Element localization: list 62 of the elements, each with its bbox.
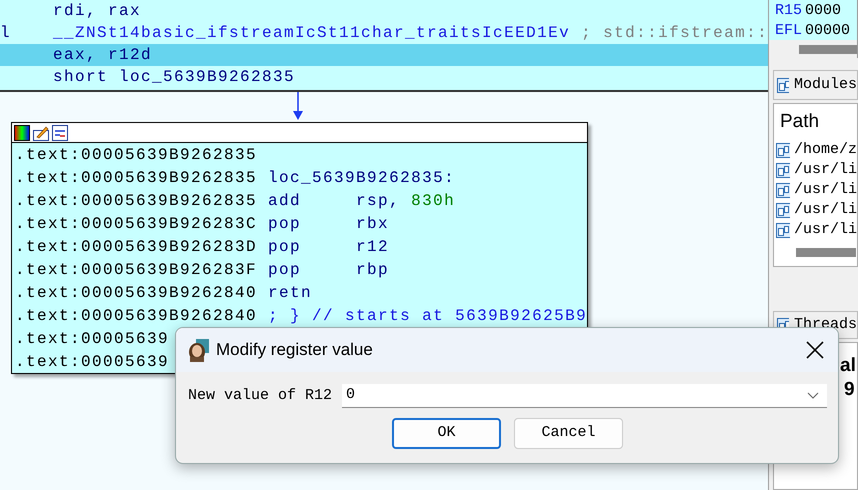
column-header[interactable]: al [840,354,857,378]
tab-title: Modules [794,74,857,95]
register-name: R15 [775,1,802,20]
module-icon [776,182,790,198]
code-address: .text:00005639 [15,352,170,372]
palette-icon[interactable] [14,124,30,140]
list-item[interactable]: /usr/li [774,180,857,200]
module-icon [776,162,790,178]
dialog-button[interactable]: OK [392,418,501,449]
module-icon [776,142,790,158]
code-mnemonic: pop [268,214,302,234]
value-field[interactable]: 0 [342,384,827,408]
code-address: .text:00005639B926283C [15,214,258,234]
code-number: 830h [411,190,456,212]
code-operand: r12 [356,236,390,258]
register-name: EFL [775,21,802,40]
close-icon [806,341,824,359]
list-item[interactable]: /usr/li [774,200,857,220]
flow-arrow [293,92,303,120]
list-item[interactable]: /usr/li [774,220,857,240]
code-mnemonic: retn [268,282,314,304]
code-comment: ; std::ifstream:: [581,23,768,44]
code-address: .text:00005639B926283F [15,260,258,280]
code-address: .text:00005639B9262835 [15,168,258,188]
code-address: .text:00005639B9262840 [15,282,258,304]
field-label: New value of R12 [188,386,334,406]
module-icon [777,78,789,92]
list-item[interactable]: /home/z [774,140,857,160]
code-address: .text:00005639B926283D [15,236,258,258]
code-address: .text:00005639B9262835 [15,190,258,212]
code-address: .text:00005639B9262840 [15,306,258,326]
chevron-down-icon [807,392,819,400]
code-label: loc_5639B9262835: [268,168,456,188]
code-operand: __ZNSt14basic_ifstreamIcSt11char_traitsIcEED1Ev [53,23,570,44]
code-text: l [0,24,12,42]
code-operand: rdi, rax [53,1,142,22]
graph-icon[interactable] [52,124,68,140]
code-mnemonic: pop [268,260,302,280]
code-address: .text:00005639B9262835 [15,144,258,166]
scrollbar-thumb[interactable] [799,44,857,54]
code-operand: rsp, [356,190,400,212]
code-mnemonic: add [268,190,302,212]
modules-tab[interactable]: Modules [773,70,858,100]
column-header[interactable]: Path [774,104,857,140]
module-icon [776,202,790,218]
list-item[interactable]: /usr/li [774,160,857,180]
register-value: 0000 [805,1,842,20]
code-operand: rbx [356,214,390,234]
app-icon [186,338,210,362]
code-operand: eax, r12d [53,45,152,66]
scrollbar-thumb[interactable] [796,248,856,257]
code-operand: short loc_5639B9262835 [53,67,296,88]
code-address: .text:00005639 [15,328,170,350]
code-operand: rbp [356,260,390,280]
dialog-title: Modify register value [216,339,373,362]
code-comment: ; } // starts at 5639B92625B9 [268,306,588,326]
register-value: 00000 [805,21,850,40]
dialog-button[interactable]: Cancel [514,418,623,449]
edit-icon[interactable] [33,124,49,140]
code-mnemonic: pop [268,236,302,258]
table-cell-text: 9 [843,378,856,402]
module-icon [776,222,790,238]
